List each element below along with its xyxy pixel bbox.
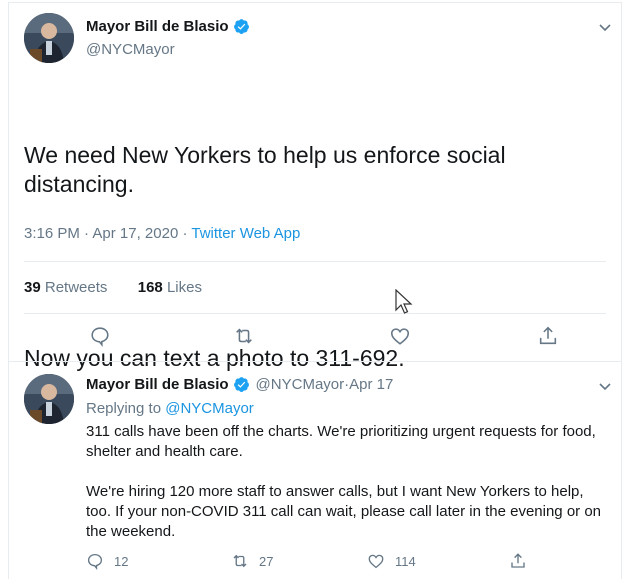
retweet-count: 27 (259, 553, 274, 569)
verified-badge-icon (233, 19, 249, 34)
author-line: Mayor Bill de Blasio (86, 18, 250, 35)
reply-paragraph: We're hiring 120 more staff to answer ca… (86, 483, 602, 540)
avatar[interactable] (24, 374, 74, 424)
like-action[interactable]: 114 (367, 552, 416, 570)
reply-tweet[interactable]: Mayor Bill de Blasio @NYCMayor · Apr 17 … (9, 361, 621, 582)
tweet-date[interactable]: Apr 17 (349, 376, 393, 393)
share-icon (539, 326, 557, 345)
reply-count: 12 (114, 553, 129, 569)
main-tweet: Mayor Bill de Blasio @NYCMayor We need N… (9, 3, 621, 371)
avatar-photo-icon (24, 13, 74, 63)
reply-button[interactable] (89, 325, 111, 347)
share-button[interactable] (537, 325, 559, 347)
tweet-source-link[interactable]: Twitter Web App (191, 225, 300, 242)
avatar[interactable] (24, 13, 74, 63)
tweet-stats: 39 Retweets 168 Likes (24, 279, 202, 296)
likes-count: 168 (137, 279, 163, 296)
retweet-button[interactable] (233, 325, 255, 347)
mouse-cursor-icon (395, 289, 413, 314)
author-handle[interactable]: @NYCMayor (256, 376, 345, 393)
retweets-stat[interactable]: 39 Retweets (24, 279, 107, 296)
timeline-frame: Mayor Bill de Blasio @NYCMayor We need N… (8, 2, 622, 579)
reply-action[interactable]: 12 (86, 552, 128, 570)
author-handle[interactable]: @NYCMayor (86, 41, 175, 58)
author-line: Mayor Bill de Blasio @NYCMayor · Apr 17 (86, 376, 393, 393)
retweet-icon (233, 554, 247, 568)
reply-icon (91, 327, 109, 347)
reply-icon (87, 553, 103, 570)
chevron-down-icon[interactable] (597, 19, 613, 35)
chevron-down-icon[interactable] (597, 378, 613, 394)
tweet-meta: 3:16 PM · Apr 17, 2020 · Twitter Web App (24, 225, 300, 242)
reply-paragraph: 311 calls have been off the charts. We'r… (86, 423, 596, 460)
meta-separator: · (79, 225, 93, 242)
likes-label: Likes (166, 279, 202, 296)
avatar-photo-icon (24, 374, 74, 424)
retweet-action[interactable]: 27 (231, 552, 273, 570)
replying-to: Replying to @NYCMayor (86, 400, 254, 417)
like-count: 114 (395, 553, 416, 569)
retweets-label: Retweets (44, 279, 108, 296)
share-icon (511, 553, 525, 568)
like-icon (390, 328, 410, 345)
likes-stat[interactable]: 168 Likes (138, 279, 202, 296)
tweet-paragraph: We need New Yorkers to help us enforce s… (24, 142, 512, 197)
author-name[interactable]: Mayor Bill de Blasio (86, 18, 229, 35)
like-button[interactable] (389, 325, 411, 347)
divider (24, 261, 606, 262)
reply-text: 311 calls have been off the charts. We'r… (86, 422, 606, 542)
author-name[interactable]: Mayor Bill de Blasio (86, 376, 229, 393)
tweet-time[interactable]: 3:16 PM (24, 225, 80, 242)
replying-label: Replying to (86, 400, 162, 417)
like-icon (368, 554, 384, 569)
share-action[interactable] (509, 552, 537, 570)
verified-badge-icon (233, 377, 249, 392)
retweet-icon (236, 328, 252, 344)
meta-separator: · (178, 225, 192, 242)
tweet-date[interactable]: Apr 17, 2020 (92, 225, 178, 242)
divider (24, 313, 606, 314)
replying-to-link[interactable]: @NYCMayor (165, 400, 254, 417)
retweets-count: 39 (24, 279, 41, 296)
